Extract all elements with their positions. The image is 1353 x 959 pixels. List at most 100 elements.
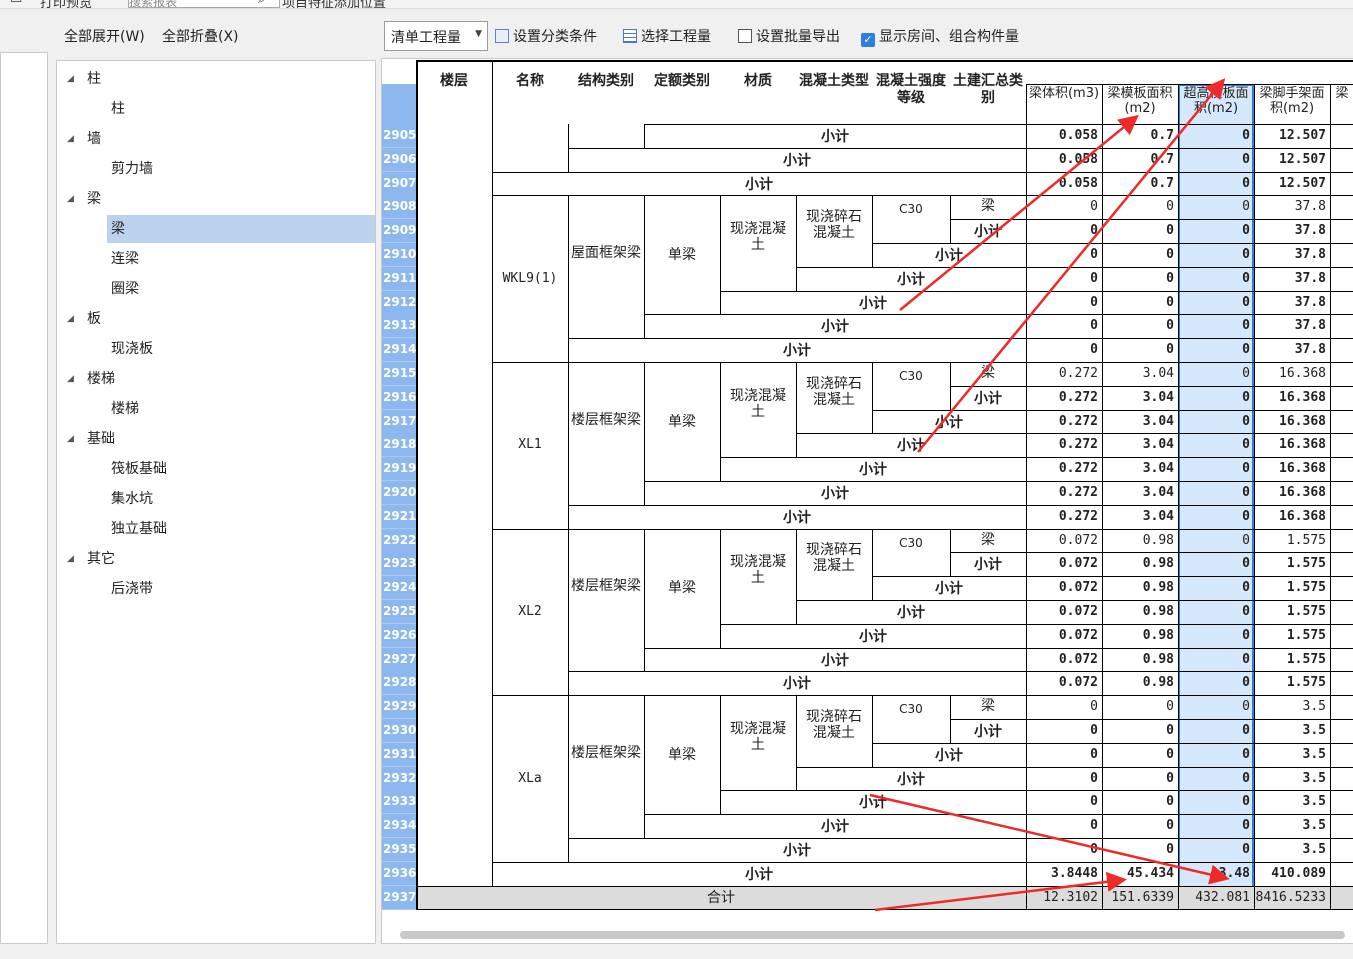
civil-summary-cell[interactable]: 梁: [950, 698, 1026, 714]
cell-volume[interactable]: 0.272: [1027, 481, 1098, 504]
row-number[interactable]: 2931: [382, 742, 417, 767]
cell-high[interactable]: 0: [1179, 338, 1250, 361]
cell-formwork[interactable]: 0: [1103, 314, 1174, 337]
row-number[interactable]: 2936: [382, 861, 417, 886]
row-number[interactable]: 2922: [382, 528, 417, 553]
row-number[interactable]: 2921: [382, 504, 417, 529]
column-header-more[interactable]: 梁: [1331, 86, 1353, 101]
cell-scaffold[interactable]: 1.575: [1255, 576, 1326, 599]
row-number[interactable]: 2907: [382, 171, 417, 196]
cell-scaffold[interactable]: 1.575: [1255, 529, 1326, 552]
cell-scaffold[interactable]: 12.507: [1255, 148, 1326, 171]
row-number[interactable]: 2919: [382, 457, 417, 482]
row-number[interactable]: 2917: [382, 409, 417, 434]
cell-volume[interactable]: 3.8448: [1027, 862, 1098, 885]
beam-name[interactable]: XL1: [492, 437, 568, 453]
search-icon[interactable]: ⌕: [258, 0, 265, 7]
cell-high[interactable]: 0: [1179, 219, 1250, 242]
cell-scaffold[interactable]: 12.507: [1255, 124, 1326, 147]
cell-formwork[interactable]: 0: [1103, 838, 1174, 861]
column-header-struct-type[interactable]: 结构类别: [568, 73, 644, 90]
cell-formwork[interactable]: 0: [1103, 195, 1174, 218]
row-number[interactable]: 2909: [382, 219, 417, 244]
tree-item[interactable]: 现浇板: [111, 337, 153, 361]
tree-item[interactable]: 楼梯: [111, 397, 139, 421]
quota-type-cell[interactable]: 单梁: [644, 414, 720, 430]
cell-high[interactable]: 0: [1179, 314, 1250, 337]
quota-type-cell[interactable]: 单梁: [644, 747, 720, 763]
cell-volume[interactable]: 0.072: [1027, 576, 1098, 599]
tree-item[interactable]: 筏板基础: [111, 457, 167, 481]
cell-volume[interactable]: 0.072: [1027, 600, 1098, 623]
cell-formwork[interactable]: 0.98: [1103, 552, 1174, 575]
column-header-scaffold[interactable]: 梁脚手架面积(m2): [1255, 86, 1329, 116]
tree-item[interactable]: 后浇带: [111, 577, 153, 601]
row-number[interactable]: 2905: [382, 124, 417, 148]
cell-scaffold[interactable]: 37.8: [1255, 219, 1326, 242]
column-header-high-formwork[interactable]: 超高模板面积(m2): [1179, 86, 1253, 116]
quantity-type-select[interactable]: 清单工程量 ▼: [384, 21, 488, 51]
cell-volume[interactable]: 0: [1027, 838, 1098, 861]
cell-formwork[interactable]: 0: [1103, 338, 1174, 361]
cell-formwork[interactable]: 0.7: [1103, 124, 1174, 147]
tree-item[interactable]: 集水坑: [111, 487, 153, 511]
cell-scaffold[interactable]: 37.8: [1255, 314, 1326, 337]
material-cell[interactable]: 现浇混凝土: [724, 221, 792, 253]
cell-high[interactable]: 0: [1179, 695, 1250, 718]
struct-type-cell[interactable]: 屋面框架梁: [568, 245, 644, 261]
cell-volume[interactable]: 0: [1027, 291, 1098, 314]
cell-formwork[interactable]: 3.04: [1103, 457, 1174, 480]
cell-formwork[interactable]: 0.98: [1103, 529, 1174, 552]
cell-formwork[interactable]: 0.98: [1103, 648, 1174, 671]
cell-high[interactable]: 0: [1179, 648, 1250, 671]
cell-high[interactable]: 0: [1179, 195, 1250, 218]
cell-scaffold[interactable]: 16.368: [1255, 410, 1326, 433]
row-number[interactable]: 2918: [382, 433, 417, 458]
expanded-arrow-icon[interactable]: ◢: [67, 427, 74, 451]
expanded-arrow-icon[interactable]: ◢: [67, 307, 74, 331]
cell-high[interactable]: 0: [1179, 552, 1250, 575]
cell-formwork[interactable]: 0: [1103, 790, 1174, 813]
cell-volume[interactable]: 0.272: [1027, 410, 1098, 433]
row-number[interactable]: 2934: [382, 814, 417, 839]
cell-volume[interactable]: 0: [1027, 195, 1098, 218]
cell-high[interactable]: 0: [1179, 624, 1250, 647]
cell-scaffold[interactable]: 1.575: [1255, 671, 1326, 694]
column-header-civil-summary[interactable]: 土建汇总类别: [950, 73, 1026, 107]
cell-high[interactable]: 0: [1179, 148, 1250, 171]
cell-formwork[interactable]: 0.98: [1103, 576, 1174, 599]
cell-scaffold[interactable]: 1.575: [1255, 624, 1326, 647]
column-header-floor[interactable]: 楼层: [416, 73, 492, 90]
cell-volume[interactable]: 0: [1027, 743, 1098, 766]
cell-volume[interactable]: 0: [1027, 243, 1098, 266]
cell-formwork[interactable]: 0.7: [1103, 148, 1174, 171]
cell-high[interactable]: 0: [1179, 790, 1250, 813]
cell-formwork[interactable]: 0.98: [1103, 600, 1174, 623]
cell-formwork[interactable]: 0: [1103, 743, 1174, 766]
cell-scaffold[interactable]: 37.8: [1255, 195, 1326, 218]
row-number[interactable]: 2920: [382, 481, 417, 505]
cell-formwork[interactable]: 0: [1103, 291, 1174, 314]
row-number[interactable]: 2927: [382, 647, 417, 672]
print-icon[interactable]: ▭: [10, 0, 22, 7]
beam-name[interactable]: XL2: [492, 604, 568, 620]
column-header-material[interactable]: 材质: [720, 73, 796, 90]
material-cell[interactable]: 现浇混凝土: [724, 554, 792, 586]
cell-high[interactable]: 0: [1179, 481, 1250, 504]
cell-volume[interactable]: 0: [1027, 314, 1098, 337]
concrete-type-cell[interactable]: 现浇碎石混凝土: [800, 376, 868, 408]
cell-high[interactable]: 0: [1179, 719, 1250, 742]
civil-summary-cell[interactable]: 梁: [950, 532, 1026, 548]
quantity-report-grid[interactable]: 2905 2906 2907 2908 2909 2910 2911 2912 2913 2914…: [381, 58, 1353, 944]
tree-item[interactable]: 连梁: [111, 247, 139, 271]
row-number[interactable]: 2911: [382, 266, 417, 291]
row-number[interactable]: 2908: [382, 195, 417, 220]
cell-volume[interactable]: 0.272: [1027, 505, 1098, 528]
collapse-all-button[interactable]: 全部折叠(X): [162, 26, 239, 46]
cell-high[interactable]: 0: [1179, 457, 1250, 480]
material-cell[interactable]: 现浇混凝土: [724, 388, 792, 420]
cell-formwork[interactable]: 3.04: [1103, 386, 1174, 409]
cell-high[interactable]: 0: [1179, 576, 1250, 599]
struct-type-cell[interactable]: 楼层框架梁: [568, 745, 644, 761]
row-number[interactable]: 2913: [382, 314, 417, 339]
